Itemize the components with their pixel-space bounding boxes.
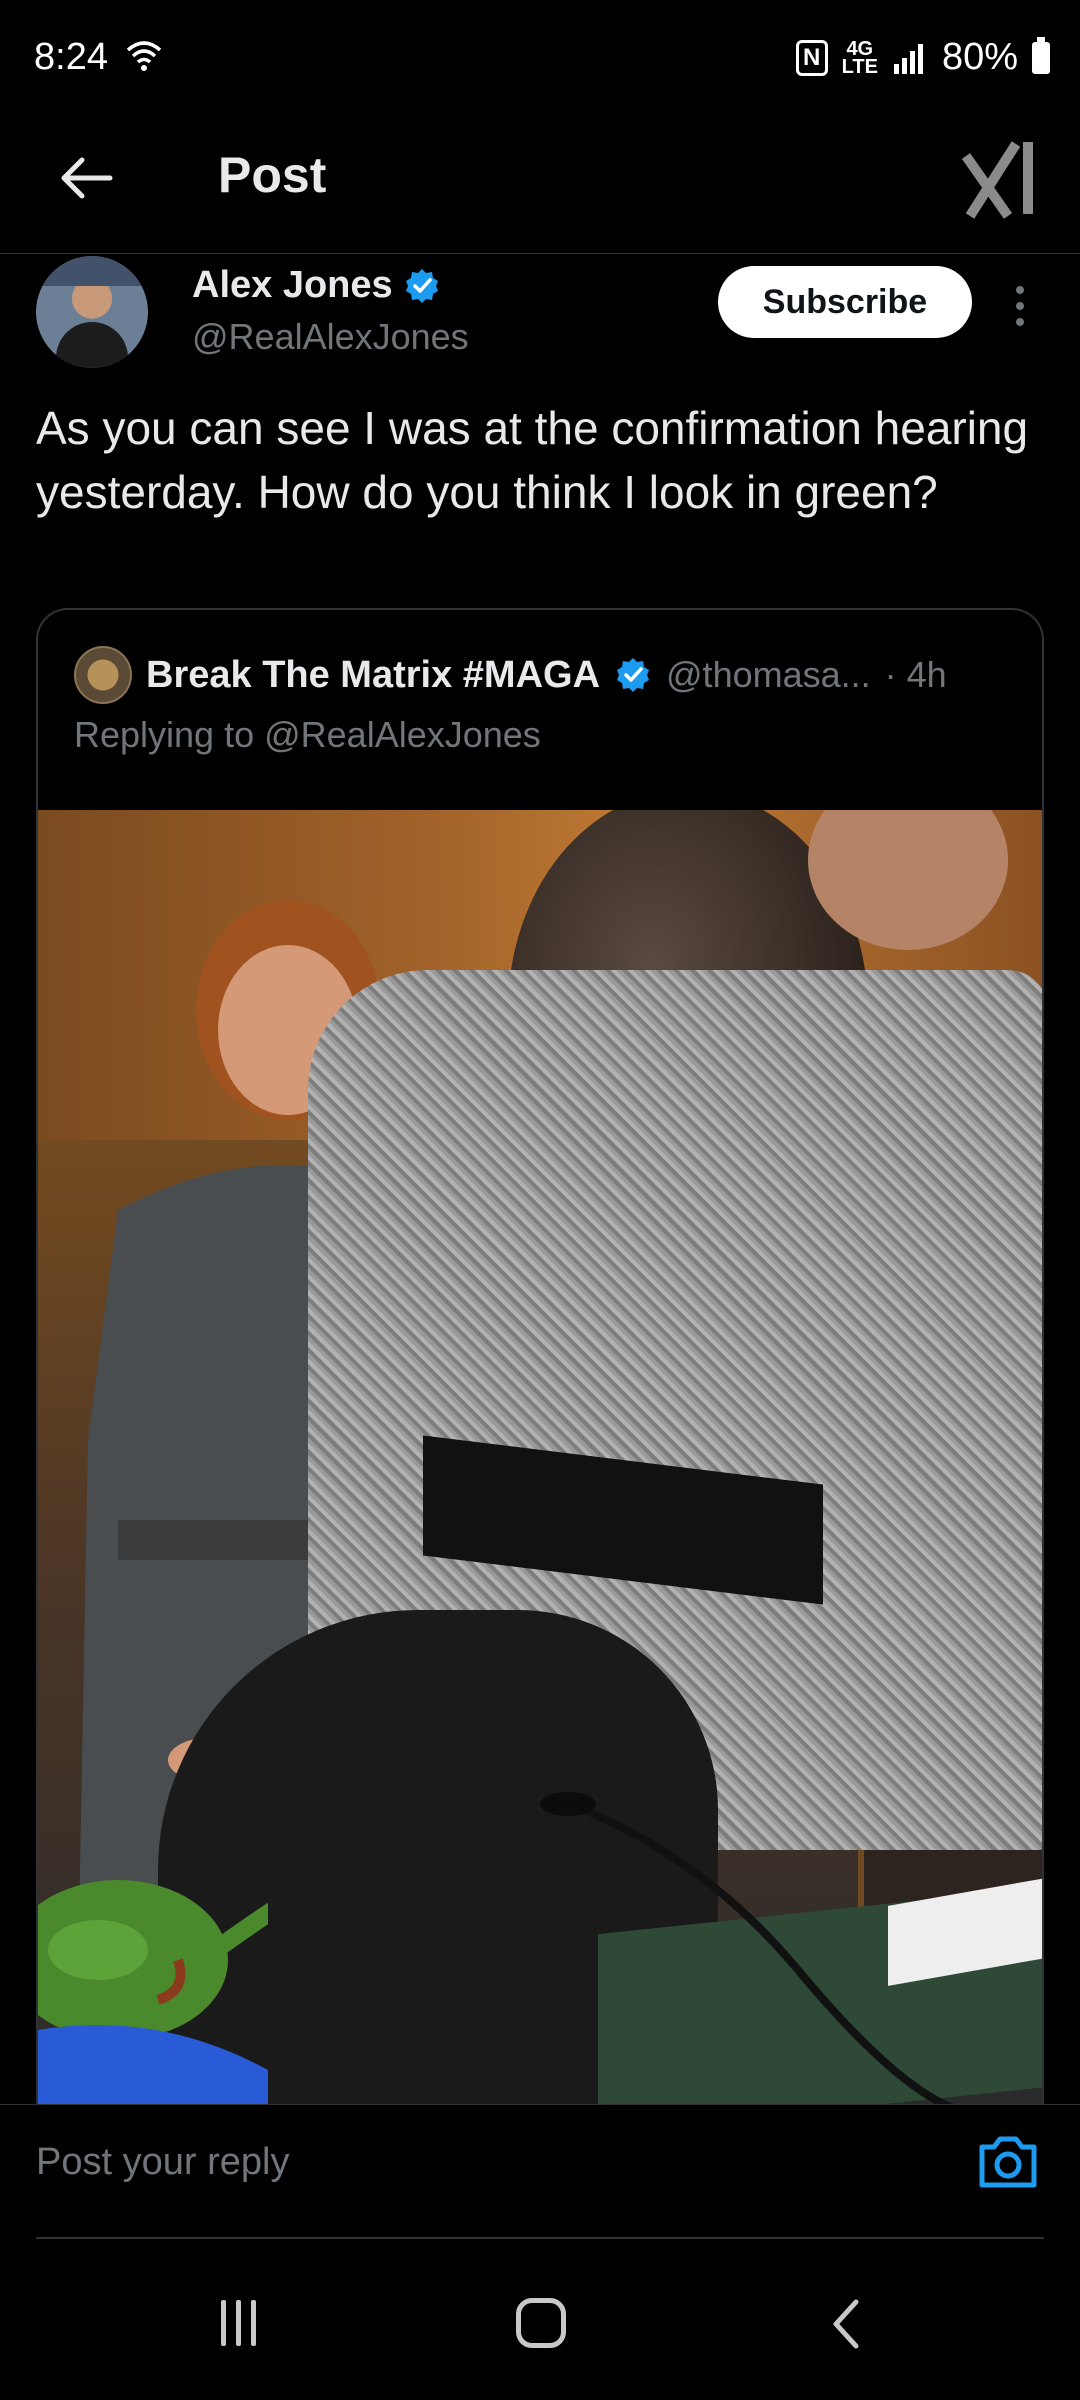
image-pepe-frog [38, 1880, 268, 2106]
nav-back-icon[interactable] [826, 2296, 866, 2352]
reply-input[interactable]: Post your reply [36, 2141, 289, 2184]
nfc-icon: N [795, 39, 828, 76]
battery-icon [1032, 36, 1050, 74]
arrow-left-icon [61, 157, 113, 199]
more-vertical-icon[interactable] [1000, 276, 1040, 336]
author-name-row[interactable]: Alex Jones [192, 264, 441, 307]
quote-avatar[interactable] [74, 646, 132, 704]
replying-to-mention[interactable]: @RealAlexJones [264, 714, 541, 755]
verified-badge-icon [405, 268, 438, 303]
subscribe-button[interactable]: Subscribe [718, 266, 972, 338]
home-button[interactable] [516, 2298, 566, 2348]
page-title: Post [218, 147, 327, 203]
reply-composer: Post your reply [0, 2104, 1080, 2240]
status-time: 8:24 [34, 36, 108, 78]
battery-percent: 80% [941, 36, 1018, 78]
back-button[interactable] [54, 146, 118, 210]
camera-icon[interactable] [976, 2131, 1040, 2191]
system-nav-bar [0, 2240, 1080, 2400]
post-author: Alex Jones @RealAlexJones Subscribe [0, 254, 1080, 384]
quote-author-handle[interactable]: @thomasa... [666, 654, 871, 696]
post-text: As you can see I was at the confirmation… [36, 402, 1029, 518]
wifi-icon [126, 41, 162, 71]
top-app-bar: Post [0, 120, 1080, 254]
avatar[interactable] [36, 256, 148, 368]
author-name: Alex Jones [192, 264, 393, 306]
reply-divider [36, 2237, 1044, 2239]
author-handle[interactable]: @RealAlexJones [192, 316, 469, 358]
quote-image[interactable] [38, 810, 1042, 2106]
replying-prefix: Replying to [74, 714, 265, 755]
recents-button[interactable] [212, 2300, 264, 2346]
quote-time: · 4h [884, 654, 947, 695]
quote-header: Break The Matrix #MAGA @thomasa... · 4h [74, 646, 947, 704]
network-type: 4G LTE [841, 37, 878, 78]
x-logo-icon[interactable] [956, 134, 1046, 224]
image-mic-cable [540, 1792, 958, 2106]
signal-icon [893, 43, 923, 74]
status-bar: 8:24 N 4G LTE 80% [0, 0, 1080, 120]
verified-badge-icon [617, 658, 650, 692]
quote-author-name[interactable]: Break The Matrix #MAGA [146, 654, 600, 697]
quoted-post[interactable]: Break The Matrix #MAGA @thomasa... · 4h … [36, 608, 1044, 2108]
replying-to: Replying to @RealAlexJones [74, 714, 541, 756]
